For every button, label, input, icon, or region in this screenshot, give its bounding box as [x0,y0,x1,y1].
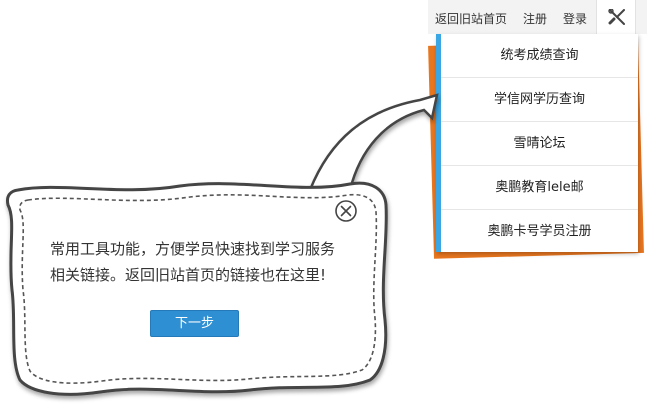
close-circle-icon [335,200,357,222]
tip-bubble [6,93,439,396]
close-tip-button[interactable] [334,199,358,223]
tip-message: 常用工具功能，方便学员快速找到学习服务 相关链接。返回旧站首页的链接也在这里! [50,236,390,288]
next-step-button[interactable]: 下一步 [150,310,239,337]
tip-line-1: 常用工具功能，方便学员快速找到学习服务 [50,240,336,258]
tip-line-2: 相关链接。返回旧站首页的链接也在这里! [50,266,327,284]
